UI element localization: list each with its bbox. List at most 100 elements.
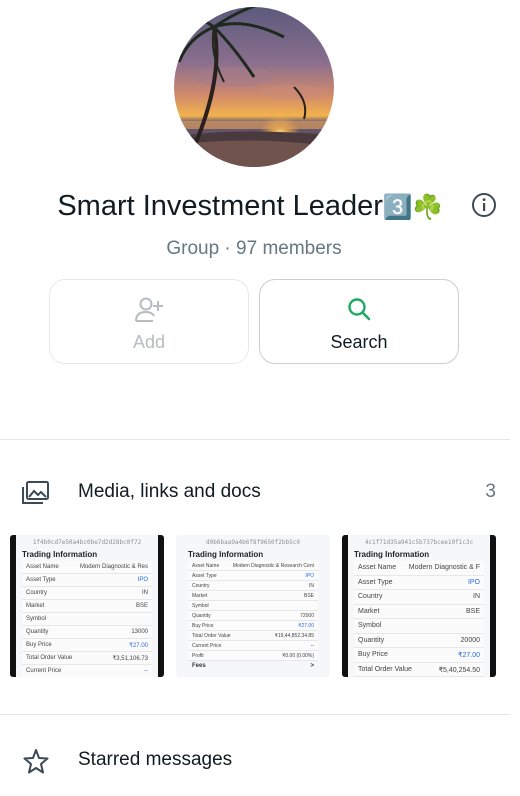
- table-row: Total Order Value ₹19,44,852.34.85: [188, 631, 318, 641]
- media-thumbnails: 1f4b0cd7e50a4bc0be7d2d28bc0f72 Trading I…: [10, 535, 500, 677]
- row-key: Asset Type: [358, 578, 393, 586]
- table-row: Quantity 72000: [188, 611, 318, 621]
- row-value: Modern Diagnostic & Research Cent: [232, 563, 314, 569]
- starred-messages-label: Starred messages: [78, 749, 233, 770]
- media-thumbnail-2[interactable]: d0b6baa9a4b6f8f9650f2bb5c0 Trading Infor…: [176, 535, 330, 677]
- row-key: Country: [26, 590, 48, 596]
- table-row: Asset Type IPO: [22, 574, 152, 587]
- row-value: ₹0.00 (0.00%): [282, 653, 314, 659]
- row-key: Country: [358, 593, 383, 600]
- row-value: 72000: [300, 613, 314, 619]
- row-key: Buy Price: [358, 651, 388, 658]
- table-row: Buy Price ₹27.00: [354, 648, 484, 663]
- table-row: Total Order Value ₹5,40,254.50: [354, 662, 484, 677]
- row-key: Total Order Value: [26, 655, 73, 661]
- table-row: Asset Type IPO: [354, 575, 484, 590]
- row-value: IN: [473, 593, 480, 600]
- thumbnail-table: Asset Name Modern Diagnostic & Res Asset …: [22, 561, 152, 677]
- table-row: Current Price --: [188, 641, 318, 651]
- table-row: Asset Name Modern Diagnostic & Res: [22, 561, 152, 574]
- thumbnail-frame: [490, 535, 496, 677]
- table-row: Symbol: [22, 613, 152, 626]
- media-links-docs-label: Media, links and docs: [78, 481, 261, 502]
- table-row: Symbol: [188, 601, 318, 611]
- row-key: Quantity: [192, 613, 211, 619]
- thumbnail-footer: Fees >: [188, 663, 318, 673]
- row-value: Modern Diagnostic & Res: [79, 564, 148, 570]
- row-value: ₹19,44,852.34.85: [274, 633, 314, 639]
- row-key: Asset Name: [192, 563, 220, 569]
- row-value: IN: [142, 590, 148, 596]
- media-thumbnail-3[interactable]: 4c1f71d35a941c5b737bcee10f1c3c Trading I…: [342, 535, 496, 677]
- row-value: BSE: [465, 607, 480, 615]
- thumbnail-title: Trading Information: [188, 550, 264, 559]
- row-key: Profit: [192, 653, 204, 659]
- table-row: Buy Price ₹27.00: [22, 639, 152, 652]
- table-row: Asset Type IPO: [188, 571, 318, 581]
- row-key: Market: [358, 607, 380, 615]
- row-value: 20000: [460, 636, 480, 644]
- row-key: Total Order Value: [358, 665, 412, 673]
- row-value: ₹5,40,254.50: [438, 666, 480, 674]
- footer-key: Fees: [192, 663, 206, 669]
- row-key: Current Price: [26, 668, 62, 674]
- thumbnail-url: 1f4b0cd7e50a4bc0be7d2d28bc0f72: [32, 539, 142, 546]
- row-key: Quantity: [358, 636, 385, 644]
- starred-messages-row[interactable]: Starred messages: [0, 735, 510, 785]
- group-avatar[interactable]: [174, 7, 334, 167]
- row-value: --: [310, 643, 314, 649]
- search-icon: [343, 296, 375, 324]
- thumbnail-frame: [342, 535, 348, 677]
- table-row: Total Order Value ₹3,51,106.73: [22, 652, 152, 665]
- table-row: Asset Name Modern Diagnostic & F: [354, 561, 484, 576]
- divider: [0, 439, 510, 440]
- table-row: Quantity 20000: [354, 633, 484, 648]
- media-thumbnail-1[interactable]: 1f4b0cd7e50a4bc0be7d2d28bc0f72 Trading I…: [10, 535, 164, 677]
- row-key: Total Order Value: [192, 633, 231, 639]
- row-key: Market: [192, 593, 208, 599]
- row-value: 13000: [131, 629, 148, 635]
- table-row: Asset Name Modern Diagnostic & Research C…: [188, 561, 318, 571]
- row-key: Asset Type: [192, 573, 217, 579]
- table-row: Buy Price ₹27.00: [188, 621, 318, 631]
- thumbnail-url: 4c1f71d35a941c5b737bcee10f1c3c: [364, 539, 474, 546]
- star-icon: [20, 747, 52, 775]
- row-key: Buy Price: [192, 623, 214, 629]
- thumbnail-table: Asset Name Modern Diagnostic & F Asset Ty…: [354, 561, 484, 677]
- row-key: Asset Name: [26, 564, 59, 570]
- row-key: Symbol: [192, 603, 209, 609]
- table-row: Quantity 13000: [22, 626, 152, 639]
- row-value: BSE: [135, 603, 148, 609]
- thumbnail-frame: [158, 535, 164, 677]
- row-key: Symbol: [26, 616, 47, 622]
- group-avatar-image: [174, 7, 334, 167]
- row-key: Symbol: [358, 622, 382, 629]
- add-button[interactable]: Add: [49, 279, 249, 364]
- footer-value: >: [310, 663, 314, 669]
- row-value: ₹27.00: [458, 652, 480, 659]
- media-links-docs-row[interactable]: Media, links and docs 3: [0, 467, 510, 517]
- row-value: IPO: [137, 577, 148, 583]
- search-button-label: Search: [330, 332, 388, 352]
- table-row: Market BSE: [22, 600, 152, 613]
- table-row: Country IN: [188, 581, 318, 591]
- row-key: Buy Price: [26, 642, 52, 648]
- row-key: Country: [192, 583, 210, 589]
- divider: [0, 714, 510, 715]
- row-value: IPO: [305, 573, 314, 579]
- thumbnail-frame: [10, 535, 16, 677]
- add-button-label: Add: [132, 332, 166, 352]
- table-row: Country IN: [22, 587, 152, 600]
- search-button[interactable]: Search: [259, 279, 459, 364]
- row-value: ₹27.00: [298, 623, 314, 629]
- table-row: Profit ₹0.00 (0.00%): [188, 651, 318, 661]
- thumbnail-table: Asset Name Modern Diagnostic & Research C…: [188, 561, 318, 661]
- row-value: ₹3,51,106.73: [112, 656, 148, 662]
- row-value: ₹27.00: [129, 643, 148, 649]
- thumbnail-title: Trading Information: [354, 550, 430, 559]
- thumbnail-title: Trading Information: [22, 550, 98, 559]
- group-name-emoji: 3️⃣☘️: [382, 193, 443, 221]
- table-row: Symbol: [354, 619, 484, 634]
- row-key: Market: [26, 603, 45, 609]
- add-person-icon: [133, 296, 165, 324]
